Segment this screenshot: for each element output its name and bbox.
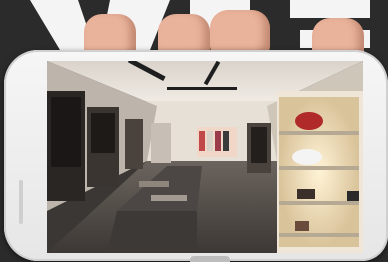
phone-side-button [19, 180, 23, 224]
center-display-table [107, 166, 202, 253]
right-clothing-rack [247, 123, 271, 173]
right-shelving [277, 91, 363, 253]
boutique-interior-photo [47, 61, 363, 253]
phone-screen [47, 61, 363, 253]
phone-bottom-edge [190, 256, 230, 262]
